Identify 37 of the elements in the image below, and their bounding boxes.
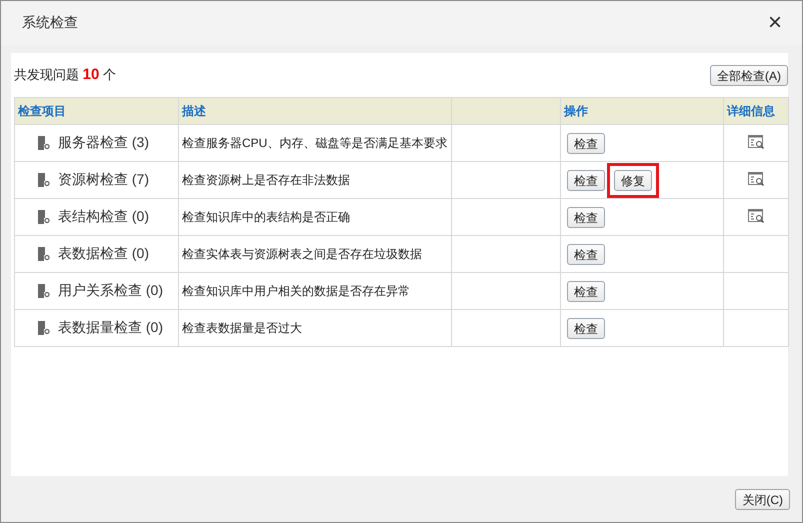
details-icon[interactable] [748,134,764,148]
check-item-name: 表数据检查 (0) [58,245,149,263]
check-description: 检查实体表与资源树表之间是否存在垃圾数据 [182,246,422,260]
column-header: 操作 [560,98,724,124]
check-description: 检查知识库中用户相关的数据是否存在异常 [182,284,410,298]
check-button[interactable]: 检查 [567,206,605,228]
fix-button[interactable]: 修复 [614,170,652,190]
check-item-name: 服务器检查 (3) [58,134,149,152]
settings-item-icon [38,321,50,335]
check-all-button[interactable]: 全部检查(A) [710,64,788,86]
check-button[interactable]: 检查 [567,318,605,338]
settings-item-icon [38,284,50,298]
check-item-name: 用户关系检查 (0) [58,282,163,300]
column-header: 检查项目 [14,98,178,124]
check-description: 检查服务器CPU、内存、磁盘等是否满足基本要求 [182,136,448,150]
issue-summary: 共发现问题 10 个 [14,66,116,84]
check-button[interactable]: 检查 [567,280,605,302]
details-icon[interactable] [748,172,764,186]
column-header: 详细信息 [724,98,788,124]
settings-item-icon [38,210,50,224]
check-item-name: 表数据量检查 (0) [58,319,163,337]
check-description: 检查表数据量是否过大 [182,320,302,334]
settings-item-icon [38,247,50,261]
check-button[interactable]: 检查 [567,132,605,154]
settings-item-icon [38,136,50,150]
details-icon[interactable] [748,208,764,222]
close-dialog-button[interactable]: 关闭(C) [735,488,790,510]
check-description: 检查知识库中的表结构是否正确 [182,210,350,224]
close-button[interactable]: × [768,11,782,35]
check-item-name: 资源树检查 (7) [58,171,149,189]
check-button[interactable]: 检查 [567,170,605,190]
settings-item-icon [38,173,50,187]
check-item-name: 表结构检查 (0) [58,208,149,226]
window-title: 系统检查 [22,14,78,32]
column-header: 描述 [178,98,452,124]
check-description: 检查资源树上是否存在非法数据 [182,172,350,186]
check-button[interactable]: 检查 [567,244,605,264]
